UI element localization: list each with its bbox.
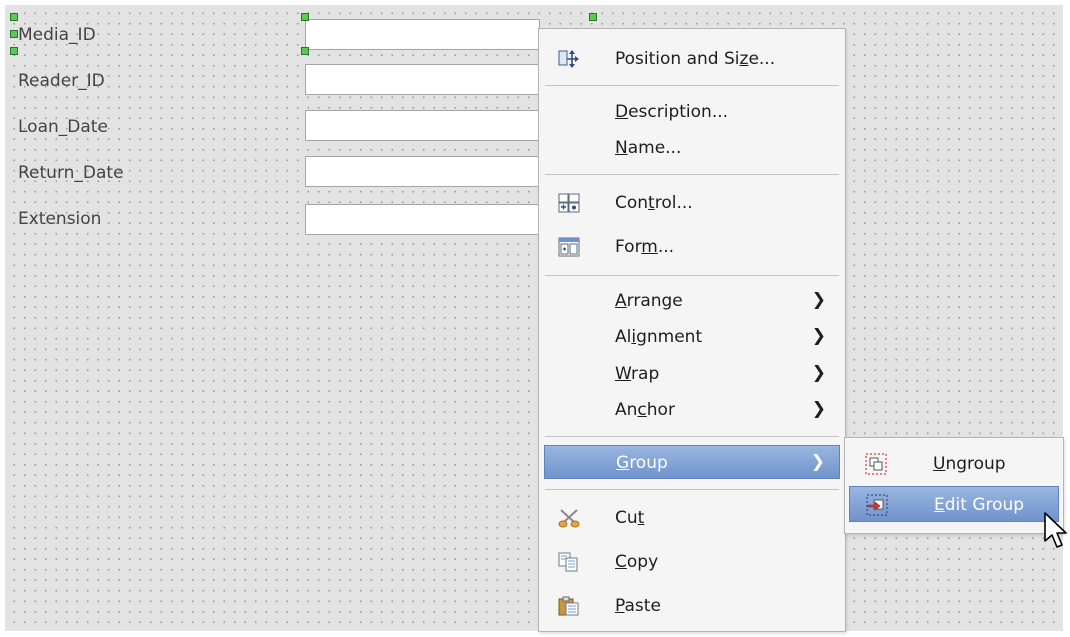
field-label-extension: Extension [18, 209, 102, 229]
menu-item-cut[interactable]: Cut [544, 501, 840, 535]
menu-item-name[interactable]: Name... [544, 131, 840, 165]
menu-item-arrange[interactable]: Arrange ❯ [544, 284, 840, 318]
menu-item-anchor[interactable]: Anchor ❯ [544, 393, 840, 427]
form-design-canvas[interactable] [5, 5, 1063, 631]
menu-item-label: Position and Size... [615, 49, 776, 69]
menu-item-position-and-size[interactable]: Position and Size... [544, 42, 840, 76]
menu-item-label: Wrap [615, 364, 660, 384]
menu-separator [545, 174, 839, 175]
menu-item-label: Control... [615, 193, 693, 213]
menu-item-group[interactable]: Group ❯ [544, 445, 840, 479]
selection-handle-bottom-left[interactable] [10, 47, 18, 55]
submenu-item-label: Ungroup [933, 454, 1006, 474]
field-label-return-date: Return_Date [18, 163, 124, 183]
submenu-item-edit-group[interactable]: Edit Group [849, 486, 1059, 522]
position-size-icon [558, 49, 580, 69]
menu-item-label: Form... [615, 237, 675, 257]
selection-handle-bottom-mid[interactable] [301, 47, 309, 55]
menu-item-label: Cut [615, 508, 645, 528]
context-menu: Position and Size... Description... Name… [538, 28, 846, 632]
control-icon [558, 193, 580, 213]
chevron-right-icon: ❯ [811, 290, 826, 310]
chevron-right-icon: ❯ [811, 399, 826, 419]
menu-item-form[interactable]: Form... [544, 230, 840, 264]
group-submenu: Ungroup Edit Group [844, 437, 1064, 534]
submenu-item-ungroup[interactable]: Ungroup [849, 446, 1059, 482]
selection-handle-top-left[interactable] [10, 13, 18, 21]
field-box-extension[interactable] [305, 204, 540, 235]
field-label-media-id: Media_ID [18, 25, 96, 45]
menu-item-label: Description... [615, 102, 729, 122]
form-icon [558, 237, 580, 257]
menu-item-label: Alignment [615, 327, 703, 347]
selection-handle-mid-left[interactable] [10, 30, 18, 38]
edit-group-icon [866, 494, 888, 516]
field-label-reader-id: Reader_ID [18, 71, 105, 91]
paste-icon [558, 596, 580, 616]
chevron-right-icon: ❯ [810, 452, 825, 472]
menu-separator [545, 85, 839, 86]
menu-item-copy[interactable]: Copy [544, 545, 840, 579]
ungroup-icon [865, 453, 887, 475]
selection-handle-top-right[interactable] [589, 13, 597, 21]
menu-item-label: Arrange [615, 291, 683, 311]
copy-icon [558, 552, 580, 572]
menu-item-wrap[interactable]: Wrap ❯ [544, 357, 840, 391]
menu-separator [545, 275, 839, 276]
menu-separator [545, 489, 839, 490]
menu-item-label: Name... [615, 138, 682, 158]
menu-separator [545, 436, 839, 437]
menu-item-label: Anchor [615, 400, 675, 420]
menu-item-label: Group [616, 453, 668, 473]
menu-item-paste[interactable]: Paste [544, 589, 840, 623]
menu-item-label: Copy [615, 552, 659, 572]
menu-item-description[interactable]: Description... [544, 95, 840, 129]
menu-item-label: Paste [615, 596, 661, 616]
menu-item-alignment[interactable]: Alignment ❯ [544, 320, 840, 354]
field-label-loan-date: Loan_Date [18, 117, 108, 137]
field-box-reader-id[interactable] [305, 64, 540, 95]
chevron-right-icon: ❯ [811, 363, 826, 383]
chevron-right-icon: ❯ [811, 326, 826, 346]
mouse-pointer-icon [1044, 512, 1067, 548]
field-box-return-date[interactable] [305, 156, 540, 187]
selection-handle-top-mid[interactable] [301, 13, 309, 21]
field-box-media-id[interactable] [305, 19, 540, 50]
field-box-loan-date[interactable] [305, 110, 540, 141]
submenu-item-label: Edit Group [934, 495, 1025, 515]
menu-item-control[interactable]: Control... [544, 186, 840, 220]
scissors-icon [558, 508, 580, 528]
